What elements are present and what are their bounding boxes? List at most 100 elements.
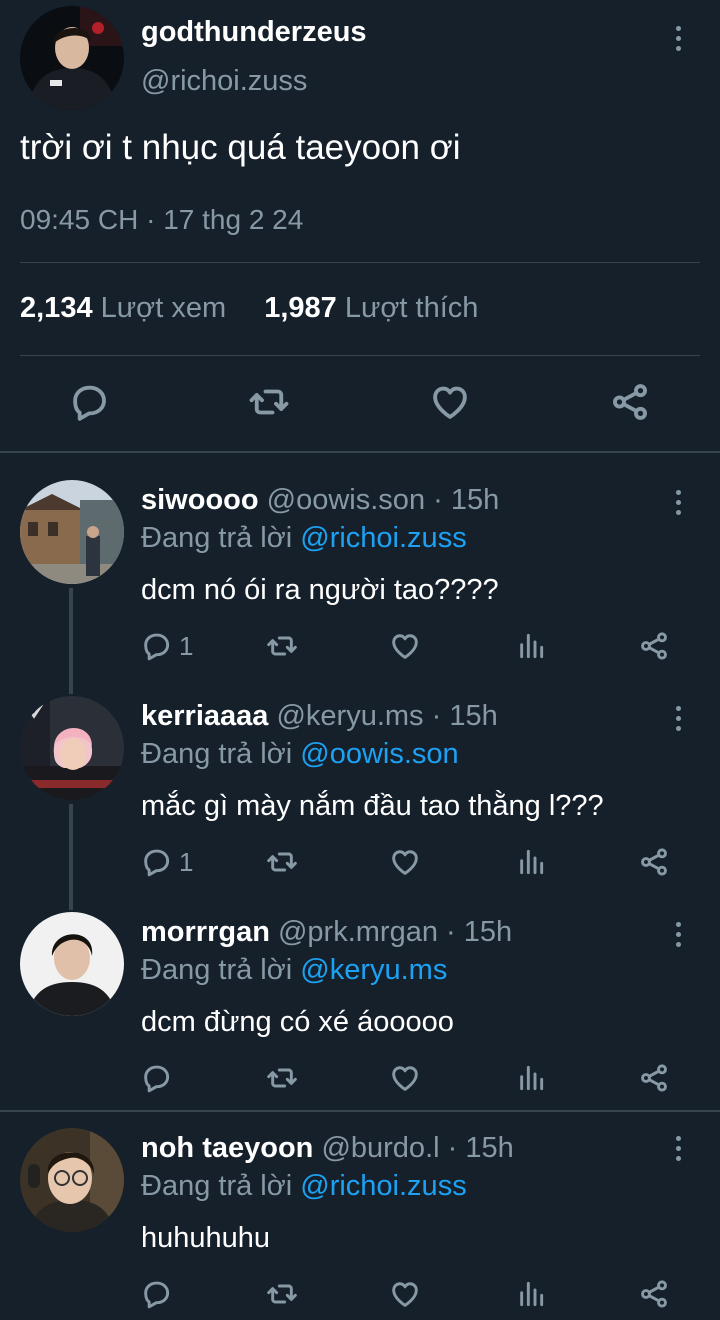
reply-display-name[interactable]: siwoooo xyxy=(141,484,259,516)
reply-item[interactable]: morrrgan @prk.mrgan · 15h Đang trả lời @… xyxy=(0,912,720,1110)
reply-handle[interactable]: @keryu.ms xyxy=(276,700,423,732)
likes-stat[interactable]: 1,987 Lượt thích xyxy=(264,292,478,324)
views-icon xyxy=(515,630,547,662)
views-button[interactable] xyxy=(515,846,547,878)
reply-display-name[interactable]: kerriaaaa xyxy=(141,700,268,732)
reply-item[interactable]: noh taeyoon @burdo.l · 15h Đang trả lời … xyxy=(0,1128,720,1320)
replying-to-link[interactable]: @richoi.zuss xyxy=(300,1170,466,1202)
share-button[interactable] xyxy=(609,381,651,423)
share-button[interactable] xyxy=(638,1062,670,1094)
share-icon xyxy=(638,846,670,878)
reply-handle[interactable]: @prk.mrgan xyxy=(278,916,438,948)
reply-icon xyxy=(141,846,173,878)
reply-text: dcm đừng có xé áooooo xyxy=(141,1006,454,1038)
views-button[interactable] xyxy=(515,1278,547,1310)
replying-to: Đang trả lời @keryu.ms xyxy=(141,954,447,987)
reply-text: huhuhuhu xyxy=(141,1222,271,1254)
reply-text: mắc gì mày nắm đầu tao thằng l??? xyxy=(141,790,604,822)
reply-count: 1 xyxy=(179,630,194,661)
tweet-text: trời ơi t nhục quá taeyoon ơi xyxy=(20,128,461,167)
retweet-icon xyxy=(248,381,290,423)
like-icon xyxy=(389,630,421,662)
reply-separator: · xyxy=(433,484,443,516)
share-button[interactable] xyxy=(638,1278,670,1310)
reply-text: dcm nó ói ra người tao???? xyxy=(141,574,499,606)
like-button[interactable] xyxy=(389,630,421,662)
like-button[interactable] xyxy=(429,381,471,423)
reply-avatar[interactable] xyxy=(20,696,124,800)
share-icon xyxy=(638,1062,670,1094)
reply-button[interactable] xyxy=(69,381,111,423)
share-button[interactable] xyxy=(638,630,670,662)
retweet-button[interactable] xyxy=(266,846,298,878)
reply-separator: · xyxy=(446,916,456,948)
retweet-icon xyxy=(266,846,298,878)
views-button[interactable] xyxy=(515,1062,547,1094)
tweet-timestamp: 09:45 CH · 17 thg 2 24 xyxy=(20,204,303,236)
reply-display-name[interactable]: morrrgan xyxy=(141,916,270,948)
reply-avatar[interactable] xyxy=(20,1128,124,1232)
reply-separator: · xyxy=(447,1132,458,1164)
reply-handle[interactable]: @burdo.l xyxy=(321,1132,439,1164)
reply-button[interactable]: 1 xyxy=(141,846,193,878)
replying-to-link[interactable]: @oowis.son xyxy=(300,738,458,770)
views-button[interactable] xyxy=(515,630,547,662)
meta-separator: · xyxy=(146,204,164,235)
reply-avatar[interactable] xyxy=(20,912,124,1016)
reply-count: 1 xyxy=(179,846,194,877)
share-button[interactable] xyxy=(638,846,670,878)
author-avatar[interactable] xyxy=(20,6,124,110)
more-icon[interactable] xyxy=(668,914,688,954)
reply-button[interactable] xyxy=(141,1278,179,1310)
reply-button[interactable] xyxy=(141,1062,179,1094)
retweet-icon xyxy=(266,630,298,662)
reply-button[interactable]: 1 xyxy=(141,630,193,662)
like-button[interactable] xyxy=(389,1278,421,1310)
retweet-button[interactable] xyxy=(266,1062,298,1094)
share-icon xyxy=(638,630,670,662)
retweet-button[interactable] xyxy=(248,381,290,423)
share-icon xyxy=(609,381,651,423)
reply-display-name[interactable]: noh taeyoon xyxy=(141,1132,313,1164)
like-icon xyxy=(389,846,421,878)
replying-to: Đang trả lời @oowis.son xyxy=(141,738,459,771)
likes-count: 1,987 xyxy=(264,292,337,324)
like-icon xyxy=(389,1278,421,1310)
author-display-name[interactable]: godthunderzeus xyxy=(141,16,367,49)
divider xyxy=(20,262,700,263)
more-icon[interactable] xyxy=(668,482,688,522)
author-handle[interactable]: @richoi.zuss xyxy=(141,65,307,98)
replying-label: Đang trả lời xyxy=(141,954,293,986)
reply-item[interactable]: kerriaaaa @keryu.ms · 15h Đang trả lời @… xyxy=(0,696,720,911)
replying-to-link[interactable]: @richoi.zuss xyxy=(300,522,466,554)
more-icon[interactable] xyxy=(668,18,688,58)
tweet-date: 17 thg 2 24 xyxy=(163,204,304,235)
views-icon xyxy=(515,1062,547,1094)
views-icon xyxy=(515,846,547,878)
replying-label: Đang trả lời xyxy=(141,738,293,770)
reply-header: kerriaaaa @keryu.ms · 15h xyxy=(141,700,498,733)
reply-age: 15h xyxy=(465,1132,514,1164)
tweet-time: 09:45 CH xyxy=(20,204,139,235)
retweet-icon xyxy=(266,1062,298,1094)
replying-to: Đang trả lời @richoi.zuss xyxy=(141,1170,467,1203)
views-stat[interactable]: 2,134 Lượt xem xyxy=(20,292,226,324)
share-icon xyxy=(638,1278,670,1310)
retweet-icon xyxy=(266,1278,298,1310)
reply-separator: · xyxy=(431,700,442,732)
divider xyxy=(20,355,700,356)
retweet-button[interactable] xyxy=(266,1278,298,1310)
like-button[interactable] xyxy=(389,846,421,878)
reply-header: noh taeyoon @burdo.l · 15h xyxy=(141,1132,514,1165)
reply-item[interactable]: siwoooo @oowis.son · 15h Đang trả lời @r… xyxy=(0,480,720,695)
likes-label: Lượt thích xyxy=(344,292,479,324)
more-icon[interactable] xyxy=(668,1128,688,1168)
replying-to-link[interactable]: @keryu.ms xyxy=(300,954,447,986)
retweet-button[interactable] xyxy=(266,630,298,662)
reply-handle[interactable]: @oowis.son xyxy=(267,484,425,516)
more-icon[interactable] xyxy=(668,698,688,738)
tweet-stats: 2,134 Lượt xem 1,987 Lượt thích xyxy=(20,292,478,325)
like-button[interactable] xyxy=(389,1062,421,1094)
reply-age: 15h xyxy=(449,700,498,732)
reply-avatar[interactable] xyxy=(20,480,124,584)
